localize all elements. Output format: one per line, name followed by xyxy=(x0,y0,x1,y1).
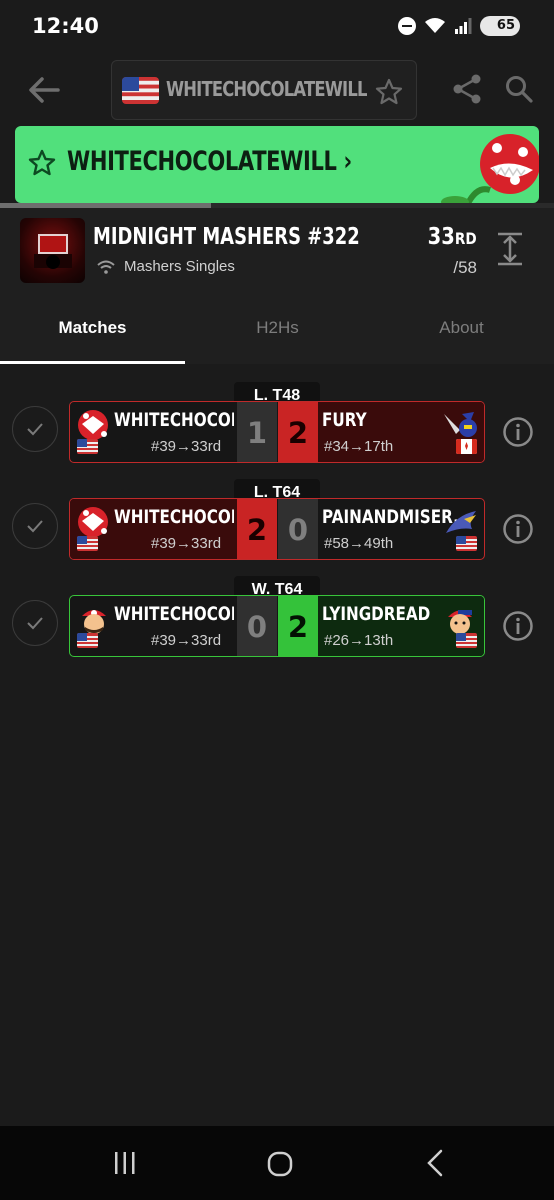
match-row[interactable]: L. T48 WHITECHOCOLA... #39→33rd 1 2 FURY… xyxy=(0,382,554,463)
match-card[interactable]: WHITECHOCOLA... #39→33rd 0 2 LYINGDREAD … xyxy=(69,595,485,657)
player-two: LYINGDREAD #26→13th xyxy=(318,596,484,656)
info-icon[interactable] xyxy=(502,610,534,642)
player-seed: #39→33rd xyxy=(151,632,222,649)
player-name: WHITECHOCOLA... xyxy=(114,603,234,625)
check-button[interactable] xyxy=(12,503,58,549)
us-flag-icon xyxy=(77,633,98,648)
event-name: Mashers Singles xyxy=(124,258,235,275)
player-banner[interactable]: WHITECHOCOLATEWILL › xyxy=(15,126,539,203)
star-outline-icon[interactable] xyxy=(27,148,57,178)
online-wifi-icon xyxy=(97,260,115,274)
star-icon[interactable] xyxy=(374,77,404,107)
player-name: FURY xyxy=(322,409,367,431)
tournament-header: MIDNIGHT MASHERS #322 Mashers Singles 33… xyxy=(0,208,554,296)
match-row[interactable]: W. T64 WHITECHOCOLA... #39→33rd 0 2 LYIN… xyxy=(0,576,554,657)
info-icon[interactable] xyxy=(502,416,534,448)
placement-number: 33RD xyxy=(428,224,477,250)
check-icon xyxy=(27,423,43,436)
player-two-score: 0 xyxy=(278,499,318,559)
us-flag-icon xyxy=(122,77,159,104)
player-seed: #39→33rd xyxy=(151,438,222,455)
player-two: PAINANDMISER... #58→49th xyxy=(318,499,484,559)
player-name: LYINGDREAD xyxy=(322,603,431,625)
match-row[interactable]: L. T64 WHITECHOCOLA... #39→33rd 2 0 PAIN… xyxy=(0,479,554,560)
signal-icon xyxy=(455,18,472,34)
player-one: WHITECHOCOLA... #39→33rd xyxy=(70,499,237,559)
canada-flag-icon xyxy=(456,439,477,454)
us-flag-icon xyxy=(77,536,98,551)
check-button[interactable] xyxy=(12,406,58,452)
player-name: WHITECHOCOLA... xyxy=(114,506,234,528)
tab-matches[interactable]: Matches xyxy=(0,318,185,338)
check-icon xyxy=(27,617,43,630)
match-card[interactable]: WHITECHOCOLA... #39→33rd 1 2 FURY #34→17… xyxy=(69,401,485,463)
player-name: WHITECHOCOLA... xyxy=(114,409,234,431)
battery-icon: 65 xyxy=(480,16,520,36)
banner-player-name: WHITECHOCOLATEWILL › xyxy=(67,146,352,177)
expand-icon[interactable] xyxy=(496,232,524,266)
player-one-score: 0 xyxy=(237,596,277,656)
us-flag-icon xyxy=(456,633,477,648)
player-search-pill[interactable]: WHITECHOCOLATEWILL xyxy=(111,60,417,120)
app-header: WHITECHOCOLATEWILL xyxy=(0,58,554,122)
player-seed: #26→13th xyxy=(324,632,394,649)
recent-apps-icon[interactable] xyxy=(113,1150,137,1176)
player-one: WHITECHOCOLA... #39→33rd xyxy=(70,402,237,462)
piranha-plant-character-icon xyxy=(441,134,539,203)
search-icon[interactable] xyxy=(504,74,534,104)
info-icon[interactable] xyxy=(502,513,534,545)
player-two-score: 2 xyxy=(278,596,318,656)
system-nav-bar xyxy=(0,1126,554,1200)
player-two-score: 2 xyxy=(278,402,318,462)
active-tab-indicator xyxy=(0,361,185,364)
tournament-title: MIDNIGHT MASHERS #322 xyxy=(93,224,360,250)
status-time: 12:40 xyxy=(32,14,99,38)
check-icon xyxy=(27,520,43,533)
status-bar: 12:40 65 xyxy=(0,0,554,58)
status-icons: 65 xyxy=(398,16,520,36)
tab-about[interactable]: About xyxy=(369,318,554,338)
placement: 33RD /58 xyxy=(419,224,477,278)
us-flag-icon xyxy=(456,536,477,551)
tournament-thumbnail xyxy=(20,218,85,283)
match-card[interactable]: WHITECHOCOLA... #39→33rd 2 0 PAINANDMISE… xyxy=(69,498,485,560)
wifi-icon xyxy=(425,18,445,33)
do-not-disturb-icon xyxy=(398,17,416,35)
share-icon[interactable] xyxy=(450,72,484,106)
player-two: FURY #34→17th xyxy=(318,402,484,462)
player-seed: #34→17th xyxy=(324,438,394,455)
tab-bar: Matches H2Hs About xyxy=(0,296,554,364)
player-tag: WHITECHOCOLATEWILL xyxy=(166,77,367,101)
event-row: Mashers Singles xyxy=(96,258,235,275)
entrant-count: /58 xyxy=(453,258,477,277)
back-icon[interactable] xyxy=(425,1148,445,1178)
us-flag-icon xyxy=(77,439,98,454)
player-seed: #58→49th xyxy=(324,535,394,552)
player-one-score: 2 xyxy=(237,499,277,559)
player-one-score: 1 xyxy=(237,402,277,462)
back-arrow-icon[interactable] xyxy=(24,70,64,110)
check-button[interactable] xyxy=(12,600,58,646)
player-seed: #39→33rd xyxy=(151,535,222,552)
tab-h2hs[interactable]: H2Hs xyxy=(185,318,370,338)
player-one: WHITECHOCOLA... #39→33rd xyxy=(70,596,237,656)
home-icon[interactable] xyxy=(266,1150,294,1178)
